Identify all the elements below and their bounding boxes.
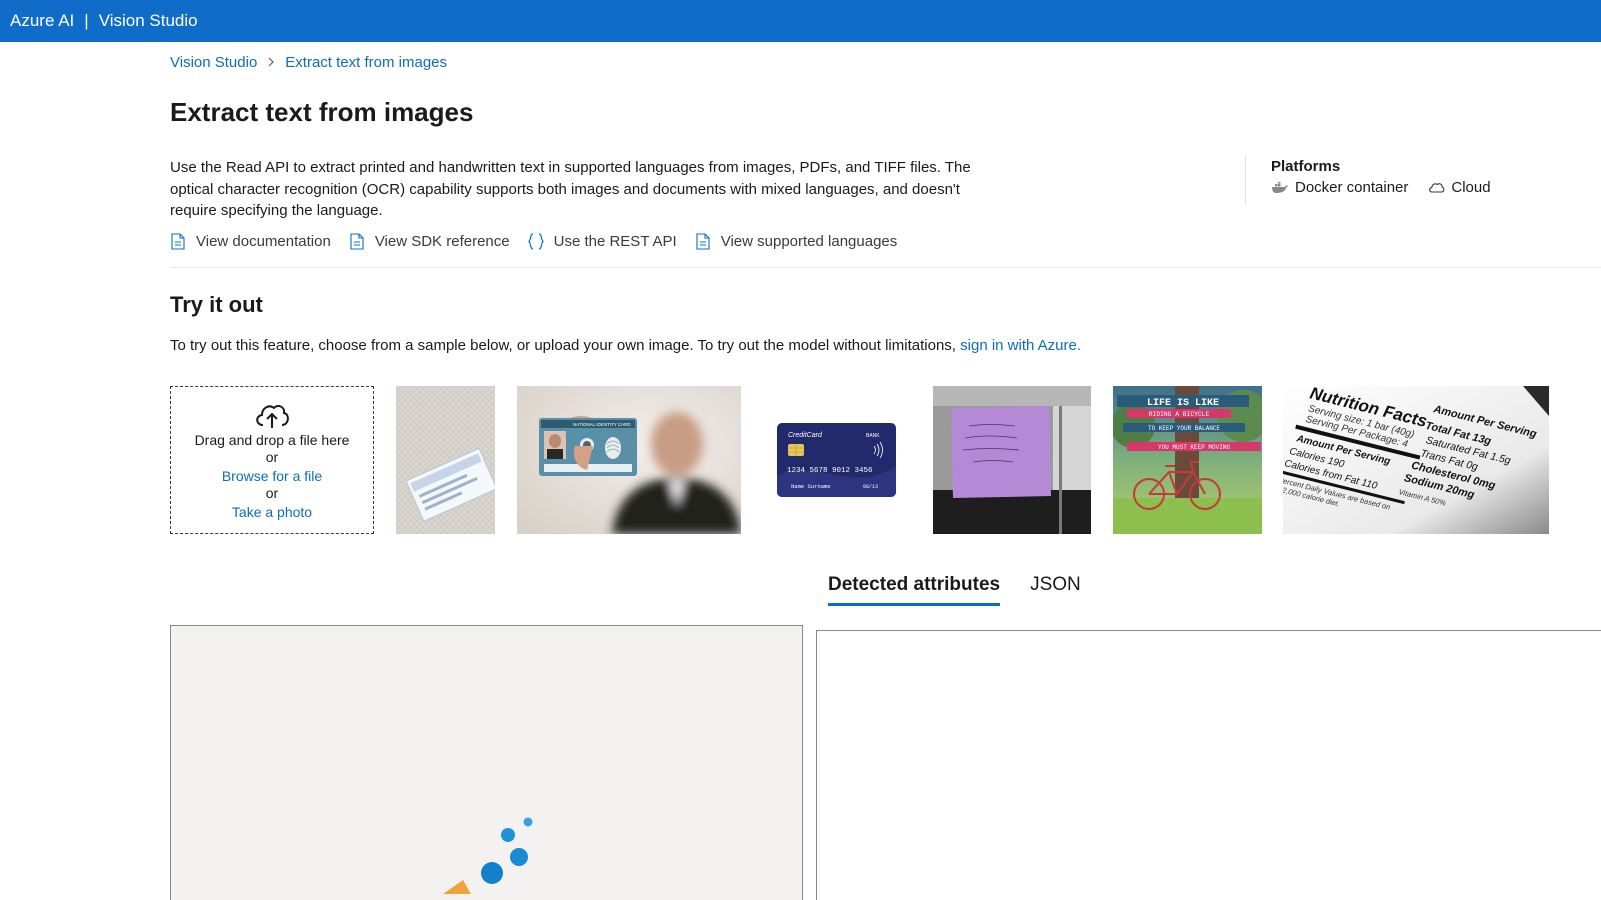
chevron-right-icon <box>267 55 275 70</box>
image-preview-panel <box>170 625 803 900</box>
view-sdk-reference-link[interactable]: View SDK reference <box>349 232 510 250</box>
drag-drop-text: Drag and drop a file here <box>194 431 350 448</box>
or-text: or <box>265 448 279 465</box>
breadcrumb: Vision Studio Extract text from images <box>170 54 447 71</box>
page-description: Use the Read API to extract printed and … <box>170 159 971 219</box>
platforms-title: Platforms <box>1271 158 1341 175</box>
docker-icon <box>1272 181 1288 193</box>
sample-image-ss-card[interactable] <box>396 386 495 534</box>
use-rest-api-link[interactable]: Use the REST API <box>527 232 677 250</box>
sample-image-credit-card[interactable]: CreditCard BANK 1234 5678 9012 3456 Name… <box>762 386 912 534</box>
sample-image-sticky-note[interactable] <box>933 386 1091 534</box>
try-it-out-title: Try it out <box>170 292 263 317</box>
app-header: Azure AI | Vision Studio <box>0 0 1601 42</box>
header-separator: | <box>84 11 89 30</box>
sample-image-bicycle-poster[interactable]: LIFE IS LIKE RIDING A BICYCLE TO KEEP YO… <box>1113 386 1262 534</box>
poster-line-3: TO KEEP YOUR BALANCE <box>1148 425 1220 432</box>
docker-container-label: Docker container <box>1295 179 1409 196</box>
sign-in-azure-link[interactable]: sign in with Azure. <box>960 337 1081 354</box>
card-bank: BANK <box>866 433 880 439</box>
page-title: Extract text from images <box>170 97 474 127</box>
loading-spinner-icon <box>443 817 533 894</box>
poster-line-1: LIFE IS LIKE <box>1147 398 1219 409</box>
breadcrumb-current[interactable]: Extract text from images <box>285 54 447 71</box>
breadcrumb-root[interactable]: Vision Studio <box>170 54 257 71</box>
card-name: Name Surname <box>791 483 831 490</box>
product-label[interactable]: Vision Studio <box>99 11 198 31</box>
or-text: or <box>265 484 279 501</box>
view-supported-languages-link[interactable]: View supported languages <box>695 232 898 250</box>
section-divider <box>170 267 1601 268</box>
view-documentation-label: View documentation <box>196 232 331 250</box>
document-icon <box>695 232 711 250</box>
document-icon <box>170 232 186 250</box>
view-sdk-reference-label: View SDK reference <box>374 232 510 250</box>
braces-icon <box>527 232 544 250</box>
results-panel <box>816 630 1601 900</box>
resource-links: View documentation View SDK reference Us… <box>170 232 915 250</box>
id-card-header: NATIONAL IDENTITY CARD <box>573 422 631 427</box>
tab-json[interactable]: JSON <box>1030 574 1081 606</box>
brand-label[interactable]: Azure AI <box>10 11 74 31</box>
cloud-link[interactable]: Cloud <box>1428 179 1491 196</box>
browse-file-link[interactable]: Browse for a file <box>222 468 322 485</box>
platforms-panel: Platforms Docker container Cloud <box>1271 158 1511 196</box>
card-brand: CreditCard <box>788 432 823 439</box>
card-expiry: 08/13 <box>863 484 878 490</box>
tab-detected-attributes[interactable]: Detected attributes <box>828 574 1001 606</box>
use-rest-api-label: Use the REST API <box>553 232 677 250</box>
cloud-icon <box>1429 183 1445 193</box>
card-number: 1234 5678 9012 3456 <box>787 467 873 475</box>
file-drop-zone[interactable]: Drag and drop a file here or Browse for … <box>170 386 374 534</box>
docker-container-link[interactable]: Docker container <box>1271 179 1408 196</box>
document-icon <box>349 232 365 250</box>
sample-image-id-card[interactable]: NATIONAL IDENTITY CARD <box>517 386 741 534</box>
view-supported-languages-label: View supported languages <box>720 232 898 250</box>
view-documentation-link[interactable]: View documentation <box>170 232 331 250</box>
poster-line-4: YOU MUST KEEP MOVING <box>1158 444 1230 451</box>
cloud-upload-icon <box>256 404 289 428</box>
cloud-label: Cloud <box>1451 179 1491 196</box>
result-tabs: Detected attributes JSON <box>828 574 1111 606</box>
try-it-out-intro: To try out this feature, choose from a s… <box>170 337 1081 354</box>
platforms-divider <box>1245 156 1246 204</box>
take-photo-link[interactable]: Take a photo <box>232 504 312 521</box>
intro-text: To try out this feature, choose from a s… <box>170 337 956 354</box>
poster-line-2: RIDING A BICYCLE <box>1149 411 1210 418</box>
sample-image-nutrition-facts[interactable]: Nutrition Facts Serving size: 1 bar (40g… <box>1283 386 1549 534</box>
